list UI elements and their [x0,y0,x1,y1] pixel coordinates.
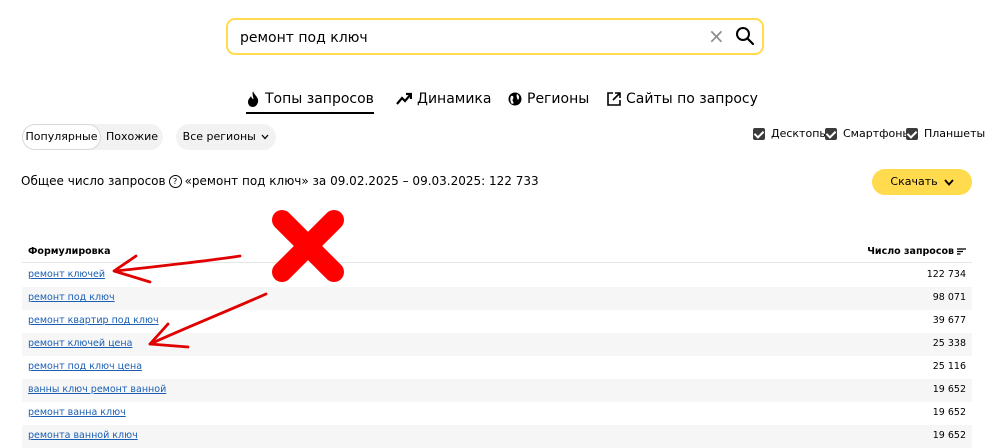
column-count-header[interactable]: Число запросов [867,246,966,257]
chevron-down-icon [261,134,269,140]
tab-regions[interactable]: Регионы [508,89,589,109]
device-smartphone-checkbox[interactable]: Смартфоны [825,127,911,140]
query-count: 25 338 [932,338,966,349]
trend-icon [396,92,412,105]
external-link-icon [607,92,621,106]
column-count-label: Число запросов [867,246,954,257]
table-row: ремонт ключей 122 734 [22,264,972,287]
total-queries-summary: Общее число запросов ? «ремонт под ключ»… [21,174,539,188]
checkbox-checked-icon [906,127,918,140]
checkbox-checked-icon [753,127,765,140]
tab-label: Регионы [527,91,590,107]
device-label: Десктопы [771,127,829,140]
query-count: 25 116 [932,361,966,372]
segment-popular[interactable]: Популярные [23,125,100,149]
summary-text: «ремонт под ключ» за 09.02.2025 – 09.03.… [184,174,539,188]
regions-label: Все регионы [182,130,256,143]
phrase-link[interactable]: ванны ключ ремонт ванной [28,384,166,395]
tab-label: Топы запросов [265,91,374,107]
checkbox-checked-icon [825,127,837,140]
search-icon[interactable] [735,26,755,50]
regions-dropdown[interactable]: Все регионы [176,124,276,150]
phrase-link[interactable]: ремонт под ключ цена [28,361,142,372]
phrase-link[interactable]: ремонт ключей [28,269,105,280]
summary-prefix: Общее число запросов [21,174,166,188]
tab-sites[interactable]: Сайты по запросу [607,89,758,109]
phrase-link[interactable]: ремонт под ключ [28,292,115,303]
query-count: 122 734 [926,269,966,280]
globe-icon [508,92,522,106]
table-row: ремонта ванной ключ 19 652 [22,425,972,448]
popular-similar-switch[interactable]: Популярные Похожие [22,124,163,150]
device-desktop-checkbox[interactable]: Десктопы [753,127,828,140]
table-row: ремонт под ключ 98 071 [22,287,972,310]
help-icon[interactable]: ? [168,174,182,188]
table-row: ремонт квартир под ключ 39 677 [22,310,972,333]
phrase-link[interactable]: ремонт ключей цена [28,338,132,349]
sort-icon [957,248,966,255]
search-box[interactable]: × [226,18,764,55]
flame-icon [248,91,259,107]
table-header: Формулировка Число запросов [22,242,972,263]
phrase-link[interactable]: ремонта ванной ключ [28,430,138,441]
phrase-link[interactable]: ремонт квартир под ключ [28,315,159,326]
device-tablet-checkbox[interactable]: Планшеты [906,127,985,140]
table-row: ремонт ключей цена 25 338 [22,333,972,356]
query-count: 19 652 [932,430,966,441]
device-label: Смартфоны [843,127,912,140]
column-phrase-header: Формулировка [28,246,111,257]
chevron-down-icon [943,178,954,186]
download-button[interactable]: Скачать [872,169,972,195]
query-table: ремонт ключей 122 734 ремонт под ключ 98 0… [22,264,972,448]
tab-label: Сайты по запросу [626,91,758,107]
tab-dynamics[interactable]: Динамика [396,89,491,109]
query-count: 19 652 [932,407,966,418]
query-count: 98 071 [932,292,966,303]
query-count: 19 652 [932,384,966,395]
device-label: Планшеты [924,127,986,140]
download-label: Скачать [890,175,938,188]
table-row: ремонт ванна ключ 19 652 [22,402,972,425]
tab-top-queries[interactable]: Топы запросов [246,89,374,114]
segment-similar[interactable]: Похожие [102,124,162,150]
tab-label: Динамика [417,91,492,107]
table-row: ванны ключ ремонт ванной 19 652 [22,379,972,402]
close-icon[interactable]: × [708,25,725,47]
table-row: ремонт под ключ цена 25 116 [22,356,972,379]
search-input[interactable] [238,26,682,50]
query-count: 39 677 [932,315,966,326]
phrase-link[interactable]: ремонт ванна ключ [28,407,126,418]
